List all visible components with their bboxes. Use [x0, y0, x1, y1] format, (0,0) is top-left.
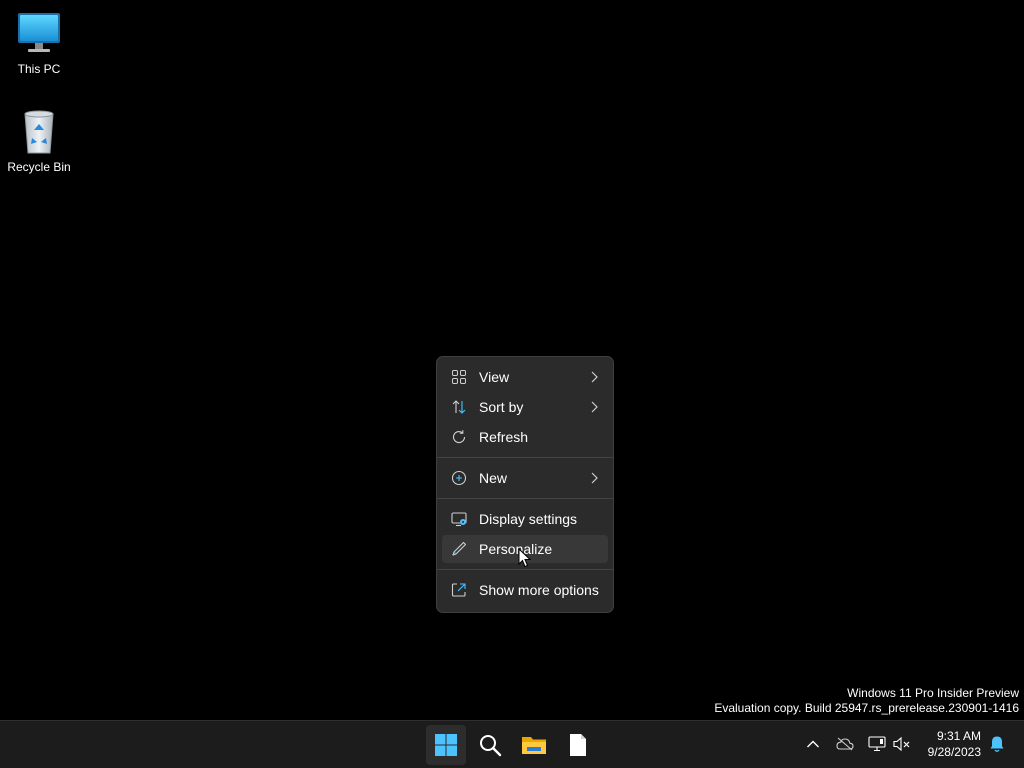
desktop-icon-recycle-bin[interactable]: Recycle Bin — [1, 108, 77, 175]
menu-item-label: Refresh — [479, 429, 529, 445]
start-icon — [435, 734, 457, 756]
menu-item-show-more-options[interactable]: Show more options — [442, 576, 608, 604]
menu-item-label: New — [479, 470, 508, 486]
share-icon — [451, 583, 466, 597]
onedrive-button[interactable] — [836, 735, 854, 753]
desktop-icon-this-pc[interactable]: This PC — [1, 10, 77, 77]
menu-item-display-settings[interactable]: Display settings — [442, 505, 608, 533]
chevron-up-icon — [807, 740, 819, 748]
network-button[interactable] — [868, 735, 886, 753]
chevron-right-icon — [591, 371, 598, 383]
file-explorer-button[interactable] — [514, 725, 554, 765]
sort-arrows-icon — [452, 400, 466, 414]
watermark-line-1: Windows 11 Pro Insider Preview — [847, 686, 1019, 700]
notepad-icon — [570, 734, 586, 756]
volume-button[interactable] — [893, 735, 911, 753]
refresh-icon — [452, 430, 466, 444]
desktop[interactable]: This PC Recycle Bin View Sort by Refresh… — [0, 0, 1024, 720]
build-watermark: Windows 11 Pro Insider Preview Evaluatio… — [714, 686, 1019, 716]
menu-item-new[interactable]: New — [442, 464, 608, 492]
menu-item-label: Sort by — [479, 399, 524, 415]
display-settings-icon — [451, 512, 467, 527]
desktop-icon-label: This PC — [17, 62, 61, 76]
menu-item-personalize[interactable]: Personalize — [442, 535, 608, 563]
menu-item-label: View — [479, 369, 510, 385]
desktop-icon-label: Recycle Bin — [7, 160, 71, 174]
plus-circle-icon — [451, 470, 467, 486]
bell-icon — [990, 736, 1004, 752]
menu-separator — [437, 569, 613, 570]
menu-separator — [437, 457, 613, 458]
recycle-bin-icon — [24, 110, 54, 154]
clock[interactable]: 9:31 AM 9/28/2023 — [928, 728, 981, 760]
taskbar: 9:31 AM 9/28/2023 — [0, 720, 1024, 768]
watermark-line-2: Evaluation copy. Build 25947.rs_prerelea… — [714, 701, 1019, 715]
show-hidden-icons-button[interactable] — [804, 735, 822, 753]
volume-muted-icon — [893, 736, 910, 752]
menu-separator — [437, 498, 613, 499]
menu-item-label: Display settings — [479, 511, 578, 527]
search-icon — [480, 735, 502, 757]
notepad-button[interactable] — [558, 725, 598, 765]
start-button[interactable] — [426, 725, 466, 765]
clock-time: 9:31 AM — [936, 729, 981, 743]
onedrive-icon — [836, 737, 854, 751]
chevron-right-icon — [591, 401, 598, 413]
menu-item-sort-by[interactable]: Sort by — [442, 393, 608, 421]
context-menu: View Sort by Refresh New Display setting… — [436, 356, 614, 613]
menu-item-label: Show more options — [479, 582, 599, 598]
chevron-right-icon — [591, 472, 598, 484]
menu-item-refresh[interactable]: Refresh — [442, 423, 608, 451]
pen-icon — [452, 541, 467, 556]
monitor-icon — [18, 13, 60, 52]
menu-item-view[interactable]: View — [442, 363, 608, 391]
clock-date: 9/28/2023 — [927, 745, 981, 759]
grid-icon — [452, 370, 466, 384]
file-explorer-icon — [522, 737, 546, 754]
search-button[interactable] — [470, 725, 510, 765]
network-icon — [868, 736, 886, 752]
notifications-button[interactable] — [988, 735, 1006, 753]
menu-item-label: Personalize — [479, 541, 553, 557]
